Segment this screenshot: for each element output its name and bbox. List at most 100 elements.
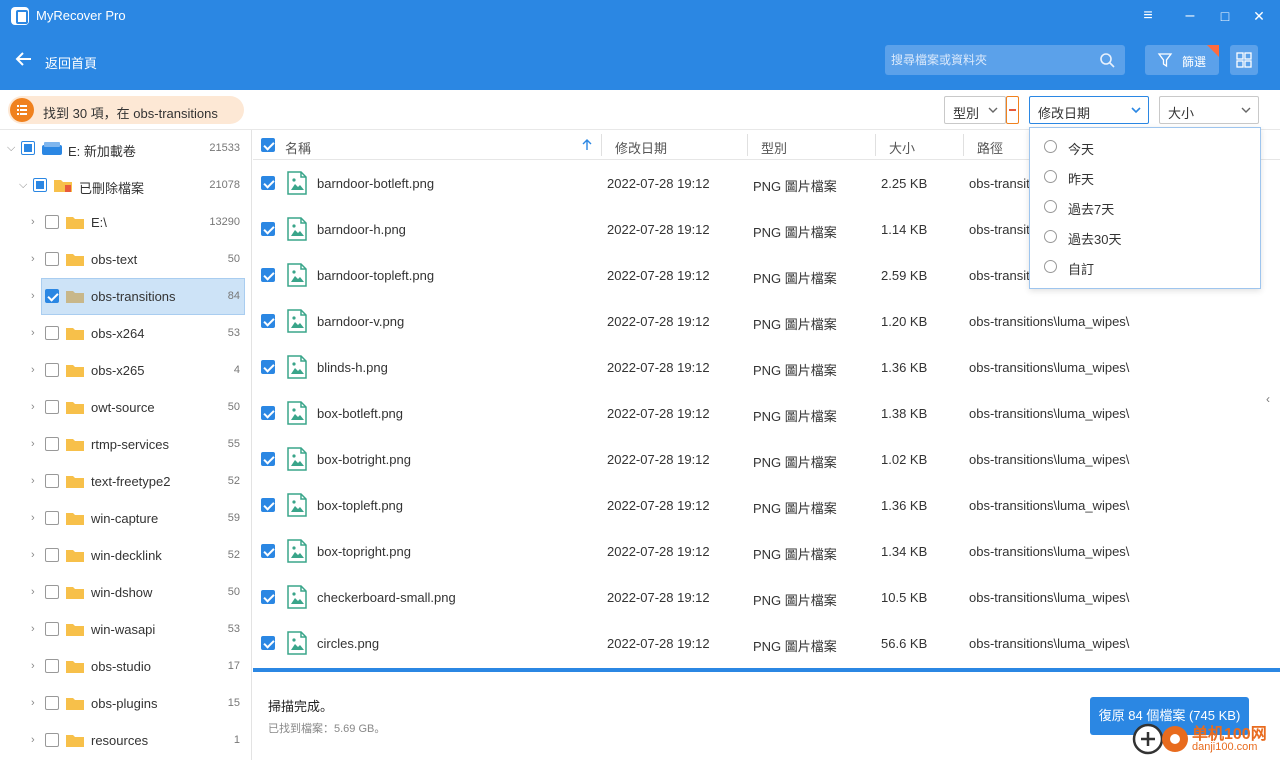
chevron-right-icon[interactable]: › [31,400,43,414]
row-checkbox[interactable] [261,544,275,558]
tree-item-folder[interactable]: › obs-x264 53 [0,315,251,352]
tree-checkbox[interactable] [45,326,59,340]
tree-item-drive[interactable]: ⌵ E: 新加載卷 21533 [0,130,251,167]
tree-checkbox[interactable] [45,400,59,414]
radio-button[interactable] [1044,260,1057,273]
tree-checkbox[interactable] [45,696,59,710]
tree-item-folder[interactable]: › obs-transitions 84 [0,278,251,315]
table-row[interactable]: box-botright.png 2022-07-28 19:12 PNG 圖片檔案… [253,436,1268,482]
tree-checkbox[interactable] [45,511,59,525]
tree-item-folder[interactable]: › obs-x265 4 [0,352,251,389]
column-divider[interactable] [747,134,748,156]
table-row[interactable]: barndoor-v.png 2022-07-28 19:12 PNG 圖片檔案 1.… [253,298,1268,344]
column-path-header[interactable]: 路徑 [977,138,1003,157]
tree-checkbox[interactable] [45,585,59,599]
tree-item-folder[interactable]: › win-decklink 52 [0,537,251,574]
tree-checkbox[interactable] [45,622,59,636]
column-date-header[interactable]: 修改日期 [615,138,667,157]
close-button[interactable]: ✕ [1248,6,1270,26]
select-all-checkbox[interactable] [261,138,275,152]
tree-checkbox[interactable] [45,437,59,451]
tree-checkbox[interactable] [45,733,59,747]
row-checkbox[interactable] [261,360,275,374]
tree-item-folder[interactable]: › win-capture 59 [0,500,251,537]
column-type-header[interactable]: 型別 [761,138,787,157]
tree-checkbox[interactable] [45,363,59,377]
chevron-right-icon[interactable]: › [31,622,43,636]
row-checkbox[interactable] [261,268,275,282]
row-checkbox[interactable] [261,406,275,420]
tree-item-folder[interactable]: › obs-text 50 [0,241,251,278]
tree-item-folder[interactable]: › obs-plugins 15 [0,685,251,722]
tree-item-folder[interactable]: › rtmp-services 55 [0,426,251,463]
table-row[interactable]: box-topleft.png 2022-07-28 19:12 PNG 圖片檔案 1… [253,482,1268,528]
tree-item-folder[interactable]: › resources 1 [0,722,251,759]
tree-checkbox[interactable] [21,141,35,155]
search-input[interactable] [891,49,1091,71]
tree-item-folder[interactable]: › text-freetype2 52 [0,463,251,500]
tree-checkbox[interactable] [33,178,47,192]
date-option[interactable]: 自訂 [1030,252,1260,282]
radio-button[interactable] [1044,140,1057,153]
date-option[interactable]: 過去7天 [1030,192,1260,222]
tree-checkbox[interactable] [45,474,59,488]
row-checkbox[interactable] [261,222,275,236]
chevron-down-icon[interactable]: ⌵ [7,141,19,155]
table-row[interactable]: checkerboard-small.png 2022-07-28 19:12 PN… [253,574,1268,620]
chevron-right-icon[interactable]: › [31,252,43,266]
tree-item-deleted-files[interactable]: ⌵ 已刪除檔案 21078 [0,167,251,204]
menu-icon[interactable]: ≡ [1137,6,1159,26]
sort-ascending-icon[interactable] [582,139,592,151]
row-checkbox[interactable] [261,176,275,190]
chevron-right-icon[interactable]: › [31,696,43,710]
chevron-down-icon[interactable]: ⌵ [19,178,31,192]
tree-item-folder[interactable]: › win-dshow 50 [0,574,251,611]
chevron-right-icon[interactable]: › [31,585,43,599]
tree-checkbox[interactable] [45,548,59,562]
column-name-header[interactable]: 名稱 [285,138,311,157]
column-divider[interactable] [875,134,876,156]
date-option[interactable]: 今天 [1030,132,1260,162]
column-divider[interactable] [963,134,964,156]
tree-checkbox[interactable] [45,289,59,303]
row-checkbox[interactable] [261,590,275,604]
radio-button[interactable] [1044,230,1057,243]
date-filter-dropdown[interactable]: 修改日期 [1029,96,1149,124]
chevron-right-icon[interactable]: › [31,437,43,451]
minimize-button[interactable]: – [1179,6,1201,26]
view-toggle-button[interactable] [1230,45,1258,75]
filter-button[interactable]: 篩選 [1145,45,1219,75]
chevron-right-icon[interactable]: › [31,733,43,747]
chevron-right-icon[interactable]: › [31,659,43,673]
chevron-right-icon[interactable]: › [31,474,43,488]
column-divider[interactable] [601,134,602,156]
tree-checkbox[interactable] [45,215,59,229]
search-icon[interactable] [1099,52,1115,68]
back-home-link[interactable]: 返回首頁 [45,53,97,72]
column-size-header[interactable]: 大小 [889,138,915,157]
search-box[interactable] [885,45,1125,75]
row-checkbox[interactable] [261,452,275,466]
chevron-right-icon[interactable]: › [31,289,43,303]
row-checkbox[interactable] [261,498,275,512]
tree-checkbox[interactable] [45,659,59,673]
table-row[interactable]: circles.png 2022-07-28 19:12 PNG 圖片檔案 56.6 … [253,620,1268,666]
chevron-right-icon[interactable]: › [31,326,43,340]
date-option[interactable]: 昨天 [1030,162,1260,192]
chevron-right-icon[interactable]: › [31,511,43,525]
back-arrow-icon[interactable] [14,49,34,69]
clear-type-filter-button[interactable] [1006,96,1019,124]
row-checkbox[interactable] [261,636,275,650]
chevron-right-icon[interactable]: › [31,548,43,562]
chevron-right-icon[interactable]: › [31,215,43,229]
table-row[interactable]: box-topright.png 2022-07-28 19:12 PNG 圖片檔案… [253,528,1268,574]
row-checkbox[interactable] [261,314,275,328]
radio-button[interactable] [1044,170,1057,183]
radio-button[interactable] [1044,200,1057,213]
type-filter-dropdown[interactable]: 型別 [944,96,1006,124]
table-row[interactable]: box-botleft.png 2022-07-28 19:12 PNG 圖片檔案 1… [253,390,1268,436]
size-filter-dropdown[interactable]: 大小 [1159,96,1259,124]
tree-item-folder[interactable]: › E:\ 13290 [0,204,251,241]
tree-item-folder[interactable]: › win-wasapi 53 [0,611,251,648]
tree-checkbox[interactable] [45,252,59,266]
